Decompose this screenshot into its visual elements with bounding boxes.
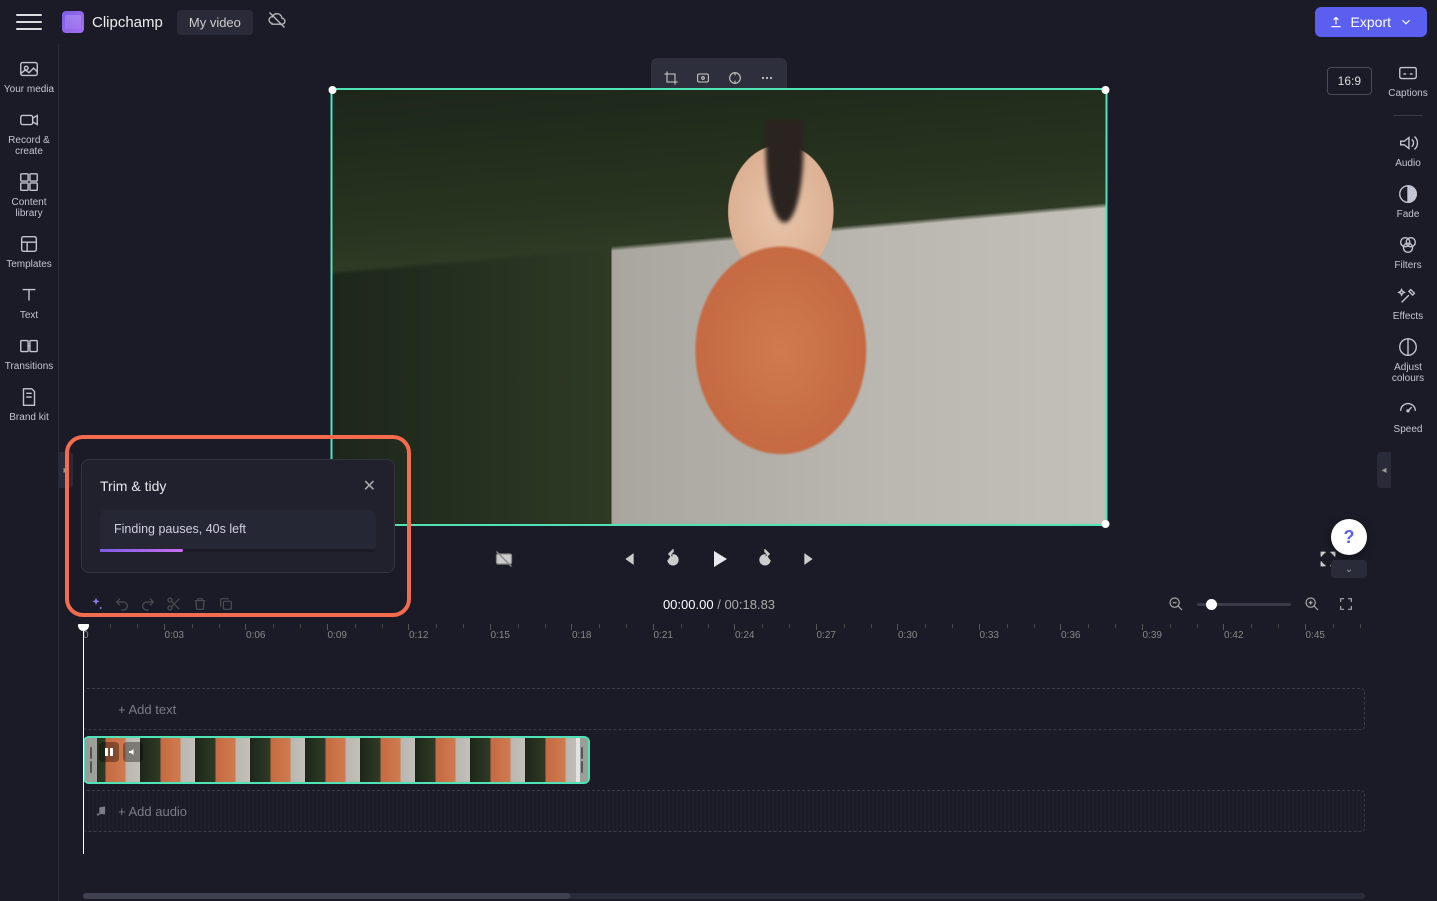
nav-content-library[interactable]: Content library: [0, 171, 58, 219]
collapse-preview-button[interactable]: ⌄: [1331, 560, 1367, 578]
timeline-toolbar: 00:00.00 / 00:18.83: [59, 584, 1379, 624]
time-ruler[interactable]: 00:030:060:090:120:150:180:210:240:270:3…: [59, 624, 1379, 654]
split-button[interactable]: [161, 591, 187, 617]
add-audio-track[interactable]: + Add audio: [83, 790, 1365, 832]
resize-handle-tl[interactable]: [329, 86, 337, 94]
ruler-tick: 0:30: [898, 630, 917, 641]
progress-bar: [100, 549, 183, 552]
nav-fade[interactable]: Fade: [1379, 183, 1437, 220]
zoom-in-button[interactable]: [1299, 591, 1325, 617]
rewind-5-button[interactable]: [660, 546, 686, 572]
nav-text[interactable]: Text: [0, 284, 58, 321]
ruler-tick: 0:18: [572, 630, 591, 641]
video-clip[interactable]: [83, 736, 590, 784]
nav-record-create[interactable]: Record & create: [0, 109, 58, 157]
scrollbar-thumb[interactable]: [83, 893, 570, 899]
skip-end-button[interactable]: [798, 546, 824, 572]
redo-button[interactable]: [135, 591, 161, 617]
ruler-tick: 0:42: [1224, 630, 1243, 641]
ruler-tick: 0:33: [980, 630, 999, 641]
export-button[interactable]: Export: [1315, 7, 1427, 37]
nav-speed[interactable]: Speed: [1379, 398, 1437, 435]
preview-frame: [333, 90, 1106, 524]
nav-your-media[interactable]: Your media: [0, 58, 58, 95]
zoom-fit-button[interactable]: [1333, 591, 1359, 617]
playhead[interactable]: [83, 624, 84, 854]
clip-audio-icon[interactable]: [123, 742, 143, 762]
menu-icon[interactable]: [16, 9, 42, 35]
preview-canvas[interactable]: [331, 88, 1108, 526]
delete-button[interactable]: [187, 591, 213, 617]
total-time: 00:18.83: [724, 597, 775, 612]
brand-name: Clipchamp: [92, 14, 163, 31]
project-title-button[interactable]: My video: [177, 10, 253, 35]
clip-right-handle[interactable]: [576, 738, 588, 782]
clip-detach-icon[interactable]: [99, 742, 119, 762]
nav-templates[interactable]: Templates: [0, 233, 58, 270]
timeline[interactable]: 00:030:060:090:120:150:180:210:240:270:3…: [59, 624, 1379, 901]
resize-handle-tr[interactable]: [1102, 86, 1110, 94]
sync-off-icon[interactable]: [267, 10, 287, 35]
main-area: ▸ ◂ 16:9 ? ⌄ 00:00.00 / 0: [59, 44, 1379, 901]
left-sidebar: Your media Record & create Content libra…: [0, 44, 59, 901]
zoom-thumb[interactable]: [1206, 599, 1217, 610]
ai-sparkle-icon[interactable]: [83, 591, 109, 617]
timeline-scrollbar[interactable]: [83, 893, 1365, 899]
clip-left-handle[interactable]: [85, 738, 97, 782]
brand-logo-icon: [62, 11, 84, 33]
brand: Clipchamp: [62, 11, 163, 33]
zoom-controls: [1163, 591, 1359, 617]
ruler-tick: 0:03: [165, 630, 184, 641]
video-track[interactable]: [83, 736, 1365, 784]
undo-button[interactable]: [109, 591, 135, 617]
panel-expand-left[interactable]: ▸: [59, 452, 73, 488]
nav-brand-kit[interactable]: Brand kit: [0, 386, 58, 423]
captions-off-icon[interactable]: [491, 546, 517, 572]
export-label: Export: [1351, 14, 1391, 30]
resize-handle-br[interactable]: [1102, 520, 1110, 528]
nav-filters[interactable]: Filters: [1379, 234, 1437, 271]
duplicate-button[interactable]: [213, 591, 239, 617]
popup-title: Trim & tidy: [100, 478, 166, 494]
panel-collapse-right[interactable]: ◂: [1377, 452, 1391, 488]
close-icon[interactable]: ✕: [363, 476, 376, 496]
ruler-tick: 0:45: [1306, 630, 1325, 641]
play-button[interactable]: [706, 546, 732, 572]
app-header: Clipchamp My video Export: [0, 0, 1437, 44]
forward-5-button[interactable]: [752, 546, 778, 572]
ruler-tick: 0:27: [817, 630, 836, 641]
tracks: + Add text + Add audio: [59, 654, 1379, 832]
time-display: 00:00.00 / 00:18.83: [663, 597, 775, 612]
ruler-tick: 0:15: [491, 630, 510, 641]
ruler-tick: 0:12: [409, 630, 428, 641]
ruler-tick: 0:21: [654, 630, 673, 641]
nav-effects[interactable]: Effects: [1379, 285, 1437, 322]
zoom-slider[interactable]: [1197, 603, 1291, 606]
ruler-tick: 0:36: [1061, 630, 1080, 641]
current-time: 00:00.00: [663, 597, 714, 612]
trim-tidy-popup: Trim & tidy ✕ Finding pauses, 40s left: [81, 459, 395, 573]
ruler-tick: 0:09: [328, 630, 347, 641]
zoom-out-button[interactable]: [1163, 591, 1189, 617]
aspect-ratio-button[interactable]: 16:9: [1327, 67, 1372, 95]
nav-captions[interactable]: Captions: [1379, 62, 1437, 99]
nav-audio[interactable]: Audio: [1379, 132, 1437, 169]
ruler-tick: 0:24: [735, 630, 754, 641]
nav-adjust-colours[interactable]: Adjust colours: [1379, 336, 1437, 384]
nav-transitions[interactable]: Transitions: [0, 335, 58, 372]
ruler-tick: 0:39: [1143, 630, 1162, 641]
ruler-tick: 0:06: [246, 630, 265, 641]
popup-status: Finding pauses, 40s left: [100, 510, 376, 552]
add-text-track[interactable]: + Add text: [83, 688, 1365, 730]
skip-start-button[interactable]: [614, 546, 640, 572]
help-button[interactable]: ?: [1331, 519, 1367, 555]
